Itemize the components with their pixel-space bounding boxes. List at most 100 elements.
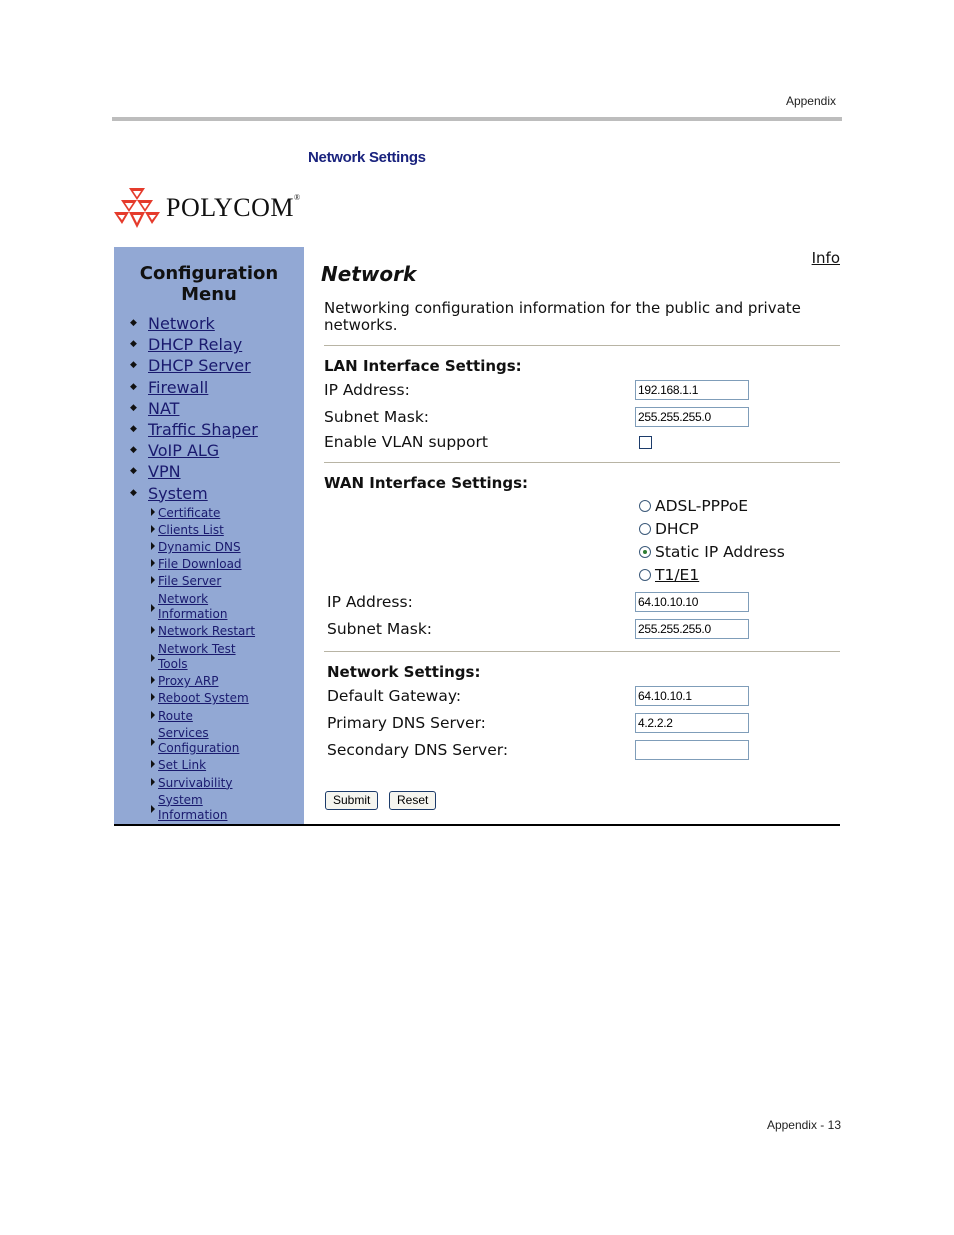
wan-mode-t1e1[interactable]: T1/E1: [639, 566, 699, 584]
submenu-link[interactable]: System Information: [158, 793, 227, 823]
submenu-link[interactable]: Reboot System: [158, 691, 249, 705]
submenu-item-file-server[interactable]: File Server: [114, 574, 304, 590]
lan-ip-input[interactable]: [635, 380, 749, 400]
wan-mode-dhcp[interactable]: DHCP: [639, 520, 699, 538]
arrow-right-icon: [151, 507, 155, 516]
wan-mode-static-ip[interactable]: Static IP Address: [639, 543, 785, 561]
menu-item-vpn[interactable]: ◆ VPN: [114, 461, 304, 482]
submenu-link[interactable]: Certificate: [158, 506, 220, 520]
menu-item-nat[interactable]: ◆ NAT: [114, 398, 304, 419]
menu-item-voip-alg[interactable]: ◆ VoIP ALG: [114, 440, 304, 461]
menu-item-network[interactable]: ◆ Network: [114, 313, 304, 334]
submenu-link[interactable]: Network Test Tools: [158, 642, 236, 672]
section-divider: [324, 462, 840, 463]
menu-link[interactable]: VoIP ALG: [148, 441, 219, 460]
submenu-item-network-restart[interactable]: Network Restart: [114, 624, 304, 640]
wan-subnet-input[interactable]: [635, 619, 749, 639]
submenu-link[interactable]: Dynamic DNS: [158, 540, 241, 554]
menu-link[interactable]: Network: [148, 314, 215, 333]
arrow-right-icon: [151, 626, 155, 635]
link-line1: System: [158, 792, 203, 807]
vlan-checkbox[interactable]: [639, 436, 652, 449]
submenu-link[interactable]: Network Information: [158, 592, 227, 622]
submenu-item-route[interactable]: Route: [114, 709, 304, 725]
arrow-right-icon: [151, 559, 155, 568]
radio-button[interactable]: [639, 523, 651, 535]
submenu-link[interactable]: Network Restart: [158, 624, 255, 638]
link-line1: Network: [158, 591, 209, 606]
menu-link[interactable]: DHCP Server: [148, 356, 251, 375]
link-line2: Configuration: [158, 741, 240, 756]
submenu-link[interactable]: Services Configuration: [158, 726, 239, 756]
submenu-link[interactable]: Survivability: [158, 776, 232, 790]
submenu-item-certificate[interactable]: Certificate: [114, 506, 304, 522]
submenu-item-network-information[interactable]: Network Information: [114, 592, 304, 623]
network-section-heading: Network Settings:: [327, 663, 481, 681]
arrow-right-icon: [151, 710, 155, 719]
arrow-right-icon: [151, 576, 155, 585]
menu-item-traffic-shaper[interactable]: ◆ Traffic Shaper: [114, 419, 304, 440]
menu-item-dhcp-relay[interactable]: ◆ DHCP Relay: [114, 334, 304, 355]
menu-link[interactable]: Firewall: [148, 378, 208, 397]
radio-link-label[interactable]: T1/E1: [655, 566, 699, 584]
arrow-right-icon: [151, 804, 155, 813]
reset-button[interactable]: Reset: [389, 791, 437, 810]
lan-subnet-input[interactable]: [635, 407, 749, 427]
menu-link[interactable]: NAT: [148, 399, 179, 418]
submenu-link[interactable]: File Download: [158, 557, 242, 571]
wan-ip-input[interactable]: [635, 592, 749, 612]
arrow-right-icon: [151, 524, 155, 533]
menu-link[interactable]: Traffic Shaper: [148, 420, 258, 439]
submenu-item-services-configuration[interactable]: Services Configuration: [114, 726, 304, 757]
arrow-right-icon: [151, 603, 155, 612]
gateway-input[interactable]: [635, 686, 749, 706]
wan-section-heading: WAN Interface Settings:: [324, 474, 528, 492]
info-link[interactable]: Info: [812, 249, 840, 267]
diamond-bullet-icon: ◆: [130, 445, 137, 456]
submenu-link[interactable]: Proxy ARP: [158, 674, 218, 688]
submenu-item-file-download[interactable]: File Download: [114, 557, 304, 573]
submenu-item-set-link[interactable]: Set Link: [114, 758, 304, 774]
diamond-bullet-icon: ◆: [130, 360, 137, 371]
submenu-item-proxy-arp[interactable]: Proxy ARP: [114, 674, 304, 690]
submenu-link[interactable]: Clients List: [158, 523, 224, 537]
diamond-bullet-icon: ◆: [130, 339, 137, 350]
submenu-item-reboot-system[interactable]: Reboot System: [114, 691, 304, 707]
link-line2: Tools: [158, 657, 188, 671]
submenu-item-dynamic-dns[interactable]: Dynamic DNS: [114, 540, 304, 556]
diamond-bullet-icon: ◆: [130, 402, 137, 413]
link-line2: Information: [158, 808, 228, 823]
radio-button[interactable]: [639, 569, 651, 581]
submenu-item-survivability[interactable]: Survivability: [114, 776, 304, 792]
primary-dns-input[interactable]: [635, 713, 749, 733]
menu-item-system[interactable]: ◆ System: [114, 483, 304, 504]
menu-link[interactable]: VPN: [148, 462, 181, 481]
figure-title: Network Settings: [308, 149, 426, 166]
radio-label: Static IP Address: [655, 543, 785, 561]
lan-subnet-label: Subnet Mask:: [324, 408, 430, 426]
menu-link[interactable]: DHCP Relay: [148, 335, 242, 354]
wan-mode-adsl-pppoe[interactable]: ADSL-PPPoE: [639, 497, 748, 515]
submenu-link[interactable]: Set Link: [158, 758, 206, 772]
logo-text: POLYCOM: [166, 193, 295, 222]
section-divider: [324, 345, 840, 346]
menu-list: ◆ Network ◆ DHCP Relay ◆ DHCP Server ◆ Firew…: [114, 313, 304, 504]
submenu-link[interactable]: Route: [158, 709, 193, 723]
submenu-item-network-test-tools[interactable]: Network Test Tools: [114, 642, 304, 673]
submenu-item-system-information[interactable]: System Information: [114, 793, 304, 824]
registered-mark: ®: [294, 193, 301, 202]
submenu-link[interactable]: File Server: [158, 574, 221, 588]
submenu-item-clients-list[interactable]: Clients List: [114, 523, 304, 539]
network-settings-panel: Info Network Networking configuration in…: [304, 247, 840, 824]
menu-link[interactable]: System: [148, 484, 208, 503]
menu-item-firewall[interactable]: ◆ Firewall: [114, 377, 304, 398]
radio-label: ADSL-PPPoE: [655, 497, 749, 515]
secondary-dns-input[interactable]: [635, 740, 749, 760]
page-description: Networking configuration information for…: [324, 299, 801, 334]
radio-button[interactable]: [639, 500, 651, 512]
submit-button[interactable]: Submit: [325, 791, 379, 810]
wan-subnet-label: Subnet Mask:: [327, 620, 433, 638]
menu-item-dhcp-server[interactable]: ◆ DHCP Server: [114, 355, 304, 376]
radio-button-selected[interactable]: [639, 546, 651, 558]
arrow-right-icon: [151, 693, 155, 702]
